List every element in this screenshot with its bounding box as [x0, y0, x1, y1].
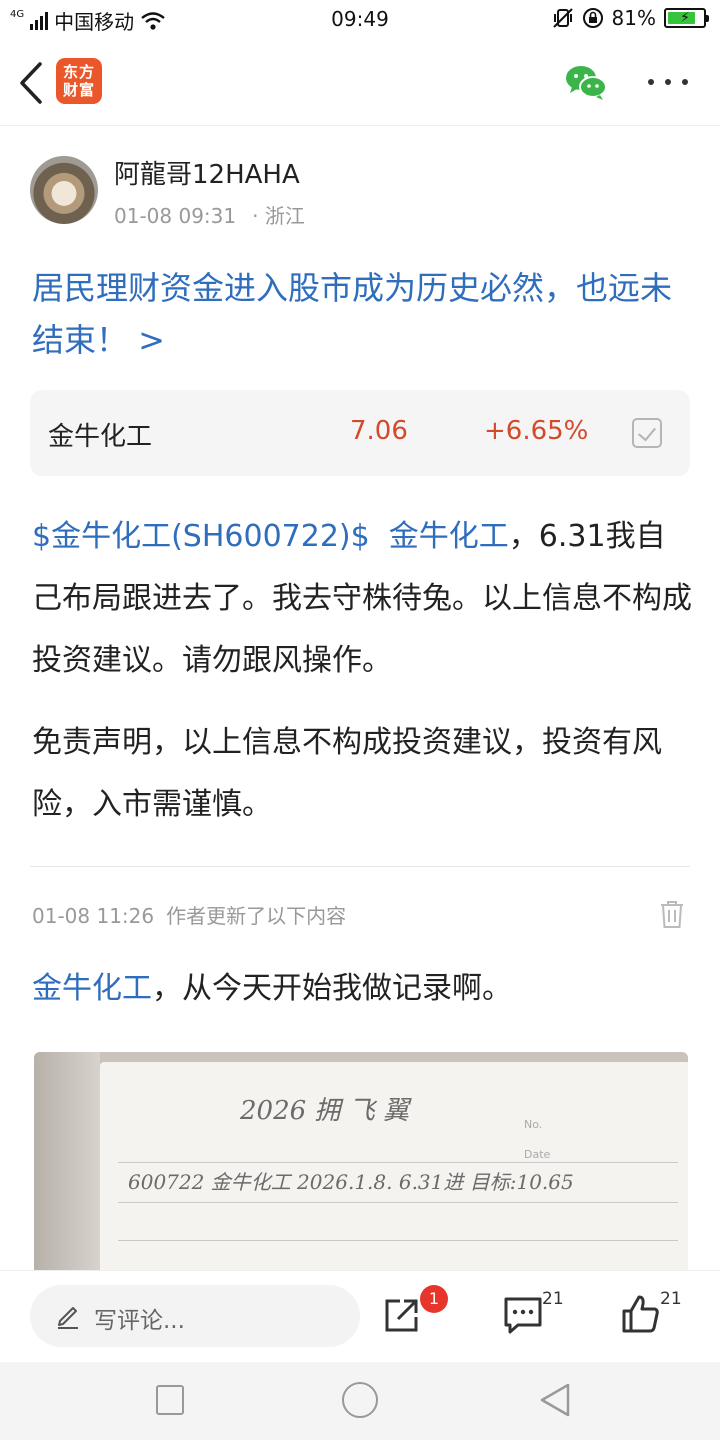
logo-line1: 东方: [62, 63, 95, 81]
like-icon[interactable]: [620, 1293, 662, 1335]
action-bar: 写评论... 1 21 21: [0, 1270, 720, 1362]
wechat-icon[interactable]: [564, 62, 608, 102]
stock-card[interactable]: 金牛化工 7.06 +6.65%: [30, 390, 690, 476]
stock-name-link[interactable]: 金牛化工: [389, 519, 509, 554]
post-location: · 浙江: [252, 204, 305, 228]
share-icon[interactable]: [382, 1295, 422, 1335]
post-title-link[interactable]: 居民理财资金进入股市成为历史必然，也远未结束！ >: [32, 262, 692, 366]
notebook-page: No. Date 2026 拥 飞 翼 600722 金牛化工 2026.1.8…: [100, 1062, 688, 1282]
battery-percent: 81%: [611, 6, 656, 30]
status-right: 81% ⚡: [552, 6, 709, 30]
notebook-cover: [34, 1052, 100, 1282]
stock-tag-link[interactable]: $金牛化工(SH600722)$: [32, 519, 370, 554]
post-time: 01-08 09:31: [114, 204, 237, 228]
stock-price: 7.06: [350, 416, 408, 446]
lock-rotation-icon: [582, 8, 603, 28]
update-text: 金牛化工，从今天开始我做记录啊。: [32, 958, 692, 1020]
more-icon[interactable]: [648, 70, 688, 94]
ruled-line: [118, 1202, 678, 1203]
add-watchlist-checkbox[interactable]: [632, 418, 662, 448]
update-body: ，从今天开始我做记录啊。: [152, 971, 512, 1006]
update-stock-link[interactable]: 金牛化工: [32, 971, 152, 1006]
share-badge: 1: [420, 1285, 448, 1313]
author-meta: 01-08 09:31 · 浙江: [114, 200, 305, 229]
back-arrow-icon[interactable]: [16, 60, 46, 106]
battery-icon: ⚡: [664, 8, 709, 28]
stock-name: 金牛化工: [48, 422, 153, 452]
divider: [30, 866, 690, 867]
like-count: 21: [660, 1289, 682, 1309]
system-back-icon[interactable]: [538, 1382, 572, 1418]
system-nav-bar: [0, 1362, 720, 1440]
nav-bar: 东方 财富: [0, 40, 720, 126]
vibrate-icon: [552, 8, 573, 28]
note-no-label: No.: [524, 1118, 543, 1131]
update-label: 作者更新了以下内容: [166, 904, 347, 928]
home-icon[interactable]: [342, 1382, 378, 1418]
note-date-label: Date: [524, 1148, 551, 1161]
comment-placeholder: 写评论...: [94, 1308, 185, 1334]
author-name[interactable]: 阿龍哥12HAHA: [114, 154, 300, 191]
comment-input[interactable]: 写评论...: [30, 1285, 360, 1347]
trash-icon[interactable]: [658, 898, 686, 930]
update-time: 01-08 11:26: [32, 904, 155, 928]
status-bar: 4G 中国移动 09:49 81% ⚡: [0, 0, 720, 38]
update-meta: 01-08 11:26 作者更新了以下内容: [32, 900, 346, 929]
logo-line2: 财富: [62, 81, 95, 99]
notebook-photo[interactable]: No. Date 2026 拥 飞 翼 600722 金牛化工 2026.1.8…: [34, 1052, 688, 1282]
comment-icon[interactable]: [502, 1295, 544, 1335]
pencil-icon: [58, 1307, 78, 1329]
app-logo: 东方 财富: [56, 58, 102, 104]
disclaimer-text: 免责声明，以上信息不构成投资建议，投资有风险，入市需谨慎。: [32, 725, 662, 822]
ruled-line: [118, 1240, 678, 1241]
ruled-line: [118, 1162, 678, 1163]
comment-count: 21: [542, 1289, 564, 1309]
recent-apps-icon[interactable]: [156, 1385, 184, 1415]
note-handwriting-entry: 600722 金牛化工 2026.1.8. 6.31进 目标:10.65: [128, 1170, 574, 1194]
stock-change: +6.65%: [484, 416, 589, 446]
avatar[interactable]: [30, 156, 98, 224]
note-handwriting-heading: 2026 拥 飞 翼: [240, 1096, 409, 1126]
post-body: $金牛化工(SH600722)$ 金牛化工，6.31我自己布局跟进去了。我去守株…: [32, 506, 692, 692]
